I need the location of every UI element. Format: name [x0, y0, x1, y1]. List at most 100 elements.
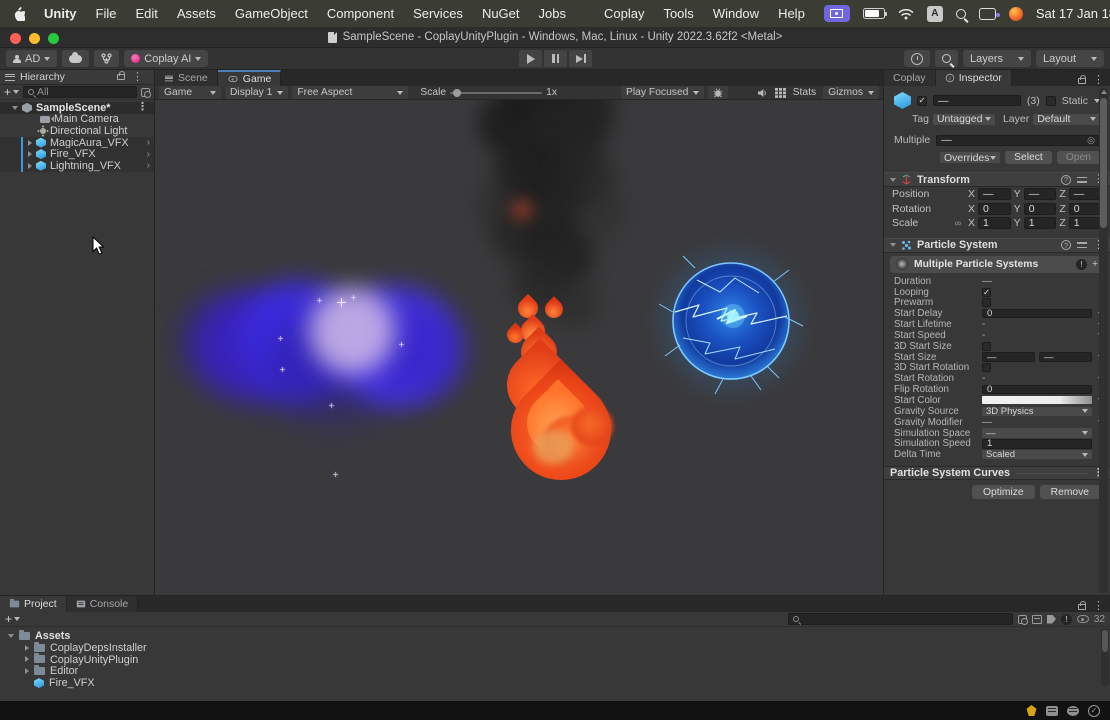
tab-console[interactable]: Console [67, 596, 139, 612]
foldout-icon[interactable] [28, 140, 32, 146]
property-row-delta-time[interactable]: Delta Time Scaled [884, 449, 1110, 460]
particle-system-header[interactable]: Particle System ? ⋮ [884, 238, 1110, 253]
label-filter-icon[interactable] [1047, 615, 1056, 624]
pause-button[interactable] [544, 50, 567, 67]
tag-dropdown[interactable]: Untagged [933, 114, 995, 125]
collab-status-icon[interactable] [1046, 706, 1058, 716]
compile-status-icon[interactable]: ✓ [1088, 705, 1100, 717]
prefab-open-icon[interactable]: › [147, 149, 150, 160]
browser-app-icon[interactable] [1009, 7, 1023, 21]
name-field[interactable]: — [933, 95, 1021, 106]
property-row-start-rotation[interactable]: Start Rotation - [884, 373, 1110, 384]
menu-tools[interactable]: Tools [663, 6, 693, 21]
cache-status-icon[interactable] [1067, 706, 1079, 716]
start-delay-field[interactable]: 0 [982, 309, 1092, 319]
target-picker-icon[interactable]: ◎ [1087, 135, 1095, 146]
panel-menu-icon[interactable]: ⋮ [1093, 601, 1104, 612]
prefab-open-icon[interactable]: › [147, 137, 150, 148]
foldout-icon[interactable] [890, 243, 896, 247]
presets-icon[interactable] [1077, 176, 1087, 184]
tab-game[interactable]: Game [218, 70, 282, 86]
foldout-icon[interactable] [25, 645, 29, 651]
info-toggle-icon[interactable]: ! [1061, 614, 1072, 625]
project-item-assets[interactable]: Assets [8, 630, 1110, 642]
panel-menu-icon[interactable]: ⋮ [1093, 75, 1104, 86]
property-row-simulation-speed[interactable]: Simulation Speed 1 [884, 438, 1110, 449]
hierarchy-item-magicaura-vfx[interactable]: MagicAura_VFX › [0, 137, 154, 149]
layout-dropdown[interactable]: Layout [1036, 50, 1104, 67]
property-row-start-speed[interactable]: Start Speed - [884, 330, 1110, 341]
property-row-start-color[interactable]: Start Color [884, 395, 1110, 406]
3d-start-rotation-checkbox[interactable] [982, 363, 991, 372]
position-x-field[interactable]: — [978, 188, 1011, 200]
property-row-gravity-source[interactable]: Gravity Source 3D Physics [884, 406, 1110, 417]
layers-dropdown[interactable]: Layers [963, 50, 1031, 67]
open-button[interactable]: Open [1057, 151, 1100, 164]
inspector-scrollbar[interactable] [1099, 88, 1108, 593]
start-color-swatch[interactable] [982, 396, 1092, 404]
project-scrollbar[interactable] [1101, 628, 1109, 686]
menu-jobs[interactable]: Jobs [539, 6, 566, 21]
gravity-source-dropdown[interactable]: 3D Physics [982, 407, 1092, 417]
help-icon[interactable]: ? [1061, 175, 1071, 185]
overrides-dropdown[interactable]: Overrides [940, 152, 1000, 163]
screen-mirroring-icon[interactable] [824, 5, 850, 22]
scene-menu-icon[interactable]: ⋮ [137, 102, 148, 113]
add-module-icon[interactable]: + [1092, 259, 1098, 270]
project-item-coplayunityplugin[interactable]: CoplayUnityPlugin [8, 654, 1110, 666]
tab-project[interactable]: Project [0, 596, 67, 612]
prewarm-checkbox[interactable] [982, 298, 991, 307]
property-row-start-delay[interactable]: Start Delay 0 [884, 308, 1110, 319]
menu-gameobject[interactable]: GameObject [235, 6, 308, 21]
menu-assets[interactable]: Assets [177, 6, 216, 21]
hierarchy-header[interactable]: Hierarchy ⋮ [0, 70, 154, 85]
remove-button[interactable]: Remove [1040, 485, 1100, 499]
tab-scene[interactable]: Scene [155, 70, 218, 86]
property-row-prewarm[interactable]: Prewarm [884, 297, 1110, 308]
stats-toggle[interactable]: Stats [793, 87, 816, 98]
lock-icon[interactable] [117, 74, 125, 80]
property-row-3d-start-size[interactable]: 3D Start Size [884, 341, 1110, 352]
menu-component[interactable]: Component [327, 6, 394, 21]
undo-history-button[interactable] [904, 50, 930, 67]
foldout-icon[interactable] [25, 668, 29, 674]
create-button[interactable]: + [4, 85, 19, 99]
foldout-icon[interactable] [12, 106, 18, 110]
optimize-button[interactable]: Optimize [972, 485, 1035, 499]
menu-help[interactable]: Help [778, 6, 805, 21]
zoom-window-button[interactable] [48, 33, 59, 44]
gizmos-dropdown[interactable]: Gizmos [823, 86, 879, 99]
tab-inspector[interactable]: i Inspector [936, 70, 1012, 86]
display-dropdown[interactable]: Display 1 [225, 86, 288, 99]
simulation-space-dropdown[interactable]: — [982, 428, 1092, 438]
hierarchy-search-input[interactable]: All [23, 86, 137, 98]
hidden-count-eye-icon[interactable] [1077, 615, 1089, 623]
hierarchy-item-scene[interactable]: SampleScene* ⋮ [0, 102, 154, 114]
input-source-icon[interactable]: A [927, 6, 943, 22]
step-button[interactable] [569, 50, 592, 67]
rotation-z-field[interactable]: 0 [1069, 203, 1102, 215]
battery-icon[interactable] [863, 8, 885, 19]
property-row-gravity-modifier[interactable]: Gravity Modifier — [884, 417, 1110, 428]
hierarchy-item-fire-vfx[interactable]: Fire_VFX › [0, 148, 154, 160]
coplay-ai-button[interactable]: Coplay AI [124, 50, 208, 67]
3d-start-size-checkbox[interactable] [982, 342, 991, 351]
project-item-fire-vfx[interactable]: Fire_VFX [8, 677, 1110, 689]
scale-slider[interactable] [450, 92, 542, 94]
play-button[interactable] [519, 50, 542, 67]
presets-icon[interactable] [1077, 241, 1087, 249]
menu-unity[interactable]: Unity [44, 6, 77, 21]
foldout-icon[interactable] [28, 151, 32, 157]
prefab-field[interactable]: — ◎ [936, 135, 1100, 146]
spotlight-search-icon[interactable] [956, 9, 966, 19]
create-asset-button[interactable]: + [5, 612, 20, 626]
help-icon[interactable]: ? [1061, 240, 1071, 250]
menubar-clock[interactable]: Sat 17 Jan 18:39 [1036, 6, 1110, 21]
active-checkbox[interactable]: ✓ [917, 96, 927, 106]
scrollbar-thumb[interactable] [1102, 630, 1108, 652]
property-row-looping[interactable]: Looping ✓ [884, 287, 1110, 298]
scale-z-field[interactable]: 1 [1069, 217, 1102, 229]
menu-window[interactable]: Window [713, 6, 759, 21]
search-button[interactable] [935, 50, 958, 67]
property-row-simulation-space[interactable]: Simulation Space — [884, 428, 1110, 439]
